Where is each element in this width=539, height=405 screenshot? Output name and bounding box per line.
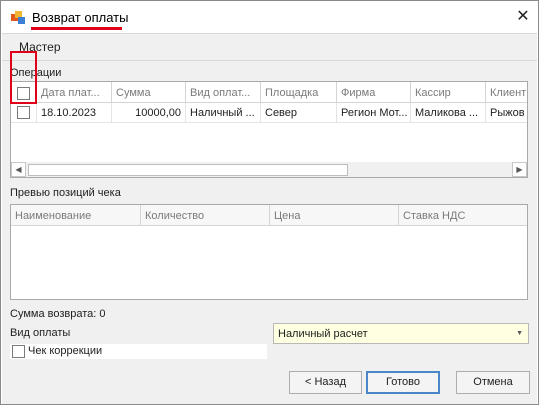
done-button[interactable]: Готово <box>366 371 440 394</box>
cell-site: Север <box>261 103 337 123</box>
title-highlight <box>31 27 122 30</box>
cell-firm: Регион Мот... <box>337 103 411 123</box>
dialog-body: Мастер Операции Дата плат... Сумма Вид о… <box>2 33 537 404</box>
scroll-thumb[interactable] <box>28 164 348 176</box>
column-header-price[interactable]: Цена <box>270 205 399 226</box>
payment-type-value: Наличный расчет <box>278 328 368 340</box>
refund-sum: Сумма возврата: 0 <box>10 308 106 320</box>
chevron-right-icon: ▶ <box>516 165 523 174</box>
preview-label: Превью позиций чека <box>10 187 121 199</box>
column-header-site[interactable]: Площадка <box>261 82 337 103</box>
horizontal-scrollbar[interactable]: ◀ ▶ <box>11 162 527 177</box>
column-header-payment-type[interactable]: Вид оплат... <box>186 82 261 103</box>
column-header-sum[interactable]: Сумма <box>112 82 186 103</box>
scroll-right-button[interactable]: ▶ <box>512 162 527 177</box>
cancel-button[interactable]: Отмена <box>456 371 530 394</box>
column-header-quantity[interactable]: Количество <box>141 205 270 226</box>
row-select-cell <box>11 103 37 123</box>
column-header-name[interactable]: Наименование <box>11 205 141 226</box>
row-checkbox[interactable] <box>17 106 30 119</box>
wizard-header: Мастер <box>2 33 537 61</box>
payment-type-label: Вид оплаты <box>10 327 71 339</box>
title-bar: Возврат оплаты ✕ <box>1 1 538 33</box>
column-header-client[interactable]: Клиент <box>486 82 527 103</box>
payment-type-select[interactable]: Наличный расчет ▼ <box>273 323 529 344</box>
scroll-left-button[interactable]: ◀ <box>11 162 26 177</box>
correction-label: Чек коррекции <box>28 345 103 357</box>
cell-sum: 10000,00 <box>112 103 186 123</box>
close-icon: ✕ <box>516 8 530 25</box>
cell-cashier: Маликова ... <box>411 103 486 123</box>
column-header-firm[interactable]: Фирма <box>337 82 411 103</box>
checkbox-highlight <box>10 51 37 104</box>
close-button[interactable]: ✕ <box>509 5 537 29</box>
window-title: Возврат оплаты <box>32 10 129 25</box>
preview-grid: Наименование Количество Цена Ставка НДС <box>10 204 528 300</box>
column-header-date[interactable]: Дата плат... <box>37 82 112 103</box>
cell-client: Рыжов <box>486 103 527 123</box>
column-header-cashier[interactable]: Кассир <box>411 82 486 103</box>
back-button[interactable]: < Назад <box>289 371 362 394</box>
refund-dialog: Возврат оплаты ✕ Мастер Операции Дата пл… <box>0 0 539 405</box>
cell-date: 18.10.2023 <box>37 103 112 123</box>
correction-checkbox[interactable] <box>12 345 25 358</box>
operations-grid: Дата плат... Сумма Вид оплат... Площадка… <box>10 81 528 178</box>
chevron-left-icon: ◀ <box>15 165 22 174</box>
cell-payment-type: Наличный ... <box>186 103 261 123</box>
correction-check-row[interactable]: Чек коррекции <box>10 344 267 359</box>
app-icon <box>11 11 25 24</box>
column-header-vat-rate[interactable]: Ставка НДС <box>399 205 527 226</box>
chevron-down-icon[interactable]: ▼ <box>516 330 523 337</box>
